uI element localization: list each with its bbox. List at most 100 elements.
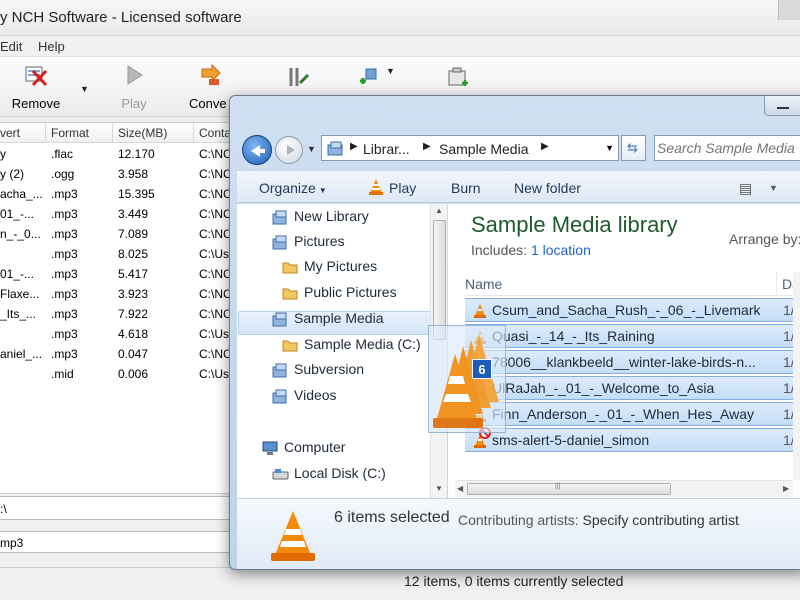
grid-row[interactable]: acha_... .mp3 15.395 C:\NC bbox=[0, 184, 229, 204]
library-icon bbox=[272, 388, 289, 404]
file-row[interactable]: Finn_Anderson_-_01_-_When_Hes_Away 1/ bbox=[465, 402, 800, 426]
file-list-vscroll[interactable] bbox=[793, 272, 800, 480]
grid-row[interactable]: _Its_... .mp3 7.922 C:\NC bbox=[0, 304, 230, 324]
artists-value[interactable]: Specify contributing artist bbox=[583, 512, 739, 528]
col-name[interactable]: Name bbox=[465, 276, 502, 292]
file-name: 78006__klankbeeld__winter-lake-birds-n..… bbox=[492, 354, 756, 370]
grid-row[interactable]: .mp3 4.618 C:\Us bbox=[0, 324, 229, 344]
share-dropdown-caret[interactable]: ▼ bbox=[386, 66, 395, 76]
col-convert[interactable]: vert bbox=[0, 126, 20, 140]
cell-name: y (2) bbox=[0, 167, 24, 181]
file-row[interactable]: Csum_and_Sacha_Rush_-_06_-_Livemark 1/ bbox=[465, 298, 800, 322]
minimize-button[interactable] bbox=[764, 96, 800, 116]
menu-help[interactable]: Help bbox=[38, 39, 65, 54]
computer-icon bbox=[262, 440, 279, 456]
cell-size: 0.047 bbox=[118, 347, 149, 361]
file-list-hscroll[interactable]: ◀ ||| ▶ bbox=[455, 480, 793, 497]
search-box[interactable] bbox=[654, 135, 800, 161]
breadcrumb-separator-icon[interactable]: ▶ bbox=[350, 141, 358, 152]
file-row[interactable]: Quasi_-_14_-_Its_Raining 1/ bbox=[465, 324, 800, 348]
play-command[interactable]: Play bbox=[389, 180, 416, 196]
contributing-artists-field[interactable]: Contributing artists: Specify contributi… bbox=[458, 512, 739, 528]
address-history-dropdown[interactable]: ▼ bbox=[605, 143, 614, 153]
cell-format: .mp3 bbox=[51, 267, 78, 281]
col-containing-folder[interactable]: Conta bbox=[199, 126, 229, 140]
refresh-button[interactable]: ⇆ bbox=[621, 135, 646, 161]
grid-row[interactable]: Flaxe... .mp3 3.923 C:\NC bbox=[0, 284, 230, 304]
grid-row[interactable]: y .flac 12.170 C:\NC bbox=[0, 144, 229, 164]
share-icon[interactable] bbox=[356, 65, 380, 89]
cell-size: 4.618 bbox=[118, 327, 149, 341]
cell-folder: C:\NC bbox=[199, 287, 230, 301]
file-row[interactable]: 78006__klankbeeld__winter-lake-birds-n..… bbox=[465, 350, 800, 374]
disk-icon bbox=[272, 466, 289, 482]
back-button[interactable] bbox=[242, 135, 272, 165]
folder-icon bbox=[282, 337, 299, 353]
library-icon bbox=[272, 311, 289, 327]
menu-edit[interactable]: Edit bbox=[0, 39, 22, 54]
breadcrumb-separator-icon[interactable]: ▶ bbox=[423, 141, 431, 152]
cell-folder: C:\NC bbox=[199, 307, 230, 321]
grid-row[interactable]: n_-_0... .mp3 7.089 C:\NC bbox=[0, 224, 229, 244]
grid-row[interactable]: .mp3 8.025 C:\Us bbox=[0, 244, 229, 264]
nav-scroll-thumb[interactable] bbox=[433, 220, 446, 340]
breadcrumb-separator-icon[interactable]: ▶ bbox=[541, 141, 549, 152]
burn-command[interactable]: Burn bbox=[451, 180, 481, 196]
refresh-icon: ⇆ bbox=[627, 140, 638, 155]
output-format-field[interactable]: mp3 bbox=[0, 531, 230, 553]
nav-item-label: Subversion bbox=[294, 361, 365, 377]
view-options-caret[interactable]: ▼ bbox=[769, 183, 778, 193]
cell-name: Flaxe... bbox=[0, 287, 40, 301]
col-size[interactable]: Size(MB) bbox=[118, 126, 167, 140]
includes-location-link[interactable]: 1 location bbox=[531, 242, 591, 258]
cell-size: 12.170 bbox=[118, 147, 155, 161]
cell-folder: C:\Us bbox=[199, 367, 229, 381]
cell-format: .ogg bbox=[51, 167, 75, 181]
convert-button[interactable]: Conve bbox=[189, 63, 233, 111]
grid-row[interactable]: aniel_... .mp3 0.047 C:\NC bbox=[0, 344, 229, 364]
cell-size: 7.089 bbox=[118, 227, 149, 241]
remove-dropdown-caret[interactable]: ▼ bbox=[80, 84, 89, 94]
grid-row[interactable]: 01_-... .mp3 5.417 C:\NC bbox=[0, 264, 229, 284]
cell-name: 01_-... bbox=[0, 207, 35, 221]
cell-name: y bbox=[0, 147, 6, 161]
view-options-icon[interactable]: ▤ bbox=[739, 180, 752, 197]
forward-button[interactable] bbox=[275, 136, 303, 164]
cell-format: .mp3 bbox=[51, 307, 78, 321]
col-format[interactable]: Format bbox=[51, 126, 89, 140]
app-menu-bar: Edit Help bbox=[0, 36, 800, 57]
search-input[interactable] bbox=[657, 139, 797, 157]
app-window-controls[interactable] bbox=[778, 0, 800, 20]
play-button[interactable]: Play bbox=[118, 63, 150, 111]
address-bar[interactable]: ▶ Librar... ▶ Sample Media ▶ ▼ bbox=[321, 135, 619, 161]
grid-row[interactable]: .mid 0.006 C:\Us bbox=[0, 364, 229, 384]
hscroll-thumb[interactable] bbox=[467, 483, 671, 495]
convert-icon bbox=[201, 63, 221, 85]
cell-format: .flac bbox=[51, 147, 74, 161]
organize-button[interactable]: Organize ▼ bbox=[259, 180, 327, 196]
cell-name: n_-_0... bbox=[0, 227, 41, 241]
cell-size: 7.922 bbox=[118, 307, 149, 321]
tools-icon[interactable] bbox=[286, 65, 310, 89]
file-name: Finn_Anderson_-_01_-_When_Hes_Away bbox=[492, 406, 755, 422]
details-pane: 6 items selected Contributing artists: S… bbox=[237, 498, 800, 569]
remove-button[interactable]: Remove bbox=[8, 63, 64, 111]
file-list-header: Name Da bbox=[465, 272, 800, 296]
breadcrumb-sample-media[interactable]: Sample Media bbox=[439, 141, 529, 157]
library-icon bbox=[272, 234, 289, 250]
cell-size: 8.025 bbox=[118, 247, 149, 261]
library-title: Sample Media library bbox=[471, 212, 678, 237]
command-bar: Organize ▼ Play Burn New folder ▤ ▼ bbox=[237, 170, 800, 203]
file-row[interactable]: sms-alert-5-daniel_simon 1/ bbox=[465, 427, 800, 452]
cell-name: acha_... bbox=[0, 187, 43, 201]
burn-disc-icon[interactable] bbox=[446, 65, 470, 89]
grid-row[interactable]: y (2) .ogg 3.958 C:\NC bbox=[0, 164, 229, 184]
breadcrumb-libraries[interactable]: Librar... bbox=[363, 141, 410, 157]
recent-pages-dropdown[interactable]: ▼ bbox=[307, 144, 316, 154]
convert-label: Conve bbox=[189, 96, 227, 111]
new-folder-button[interactable]: New folder bbox=[514, 180, 581, 196]
file-row[interactable]: UlRaJah_-_01_-_Welcome_to_Asia 1/ bbox=[465, 376, 800, 400]
output-path-field[interactable]: :\ bbox=[0, 496, 230, 520]
file-name: sms-alert-5-daniel_simon bbox=[492, 432, 650, 448]
grid-row[interactable]: 01_-... .mp3 3.449 C:\NC bbox=[0, 204, 229, 224]
